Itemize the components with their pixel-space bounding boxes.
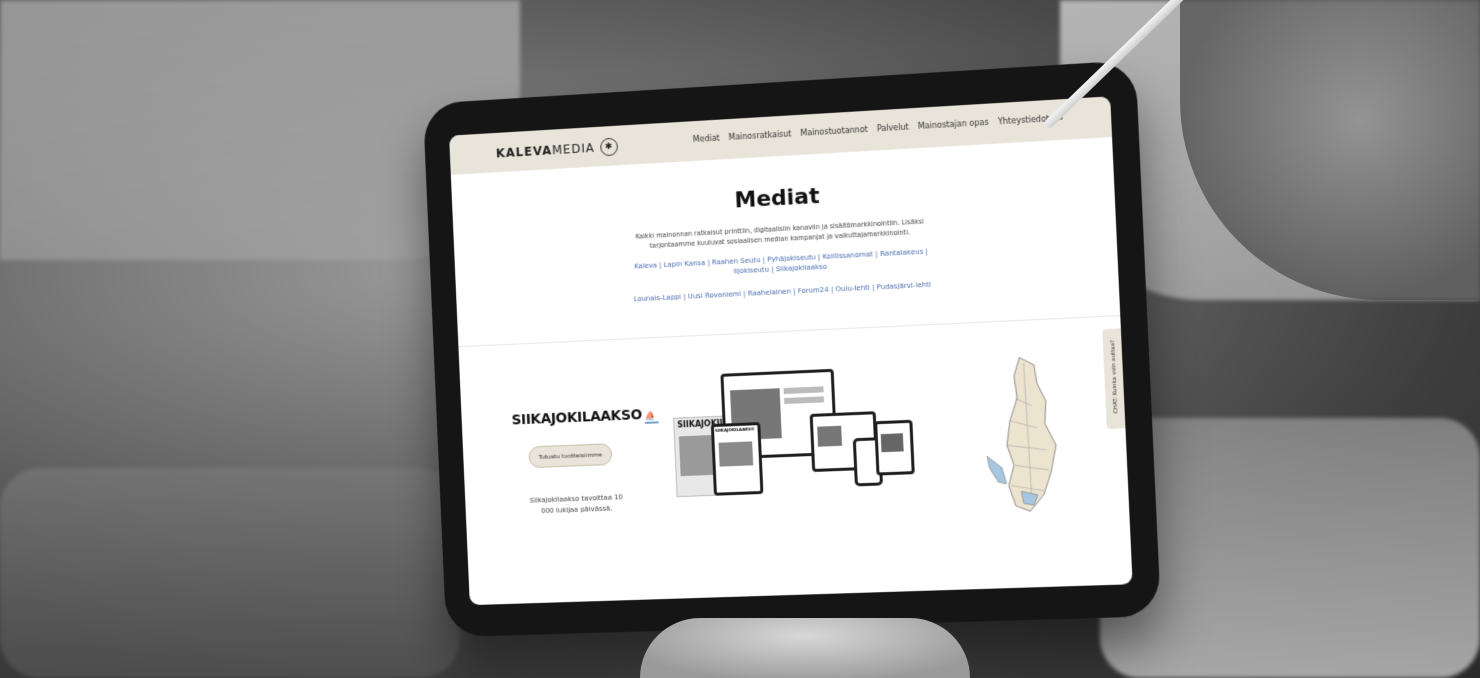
desktop-text-line	[784, 396, 824, 404]
explore-products-button[interactable]: Tutustu tuotteisiimme	[528, 443, 612, 468]
site-logo[interactable]: KALEVA MEDIA ✱	[496, 138, 619, 163]
brand-name: SIIKAJOKILAAKSO	[511, 407, 642, 428]
page-title: Mediat	[452, 168, 1115, 229]
nav-item-mainostuotannot[interactable]: Mainostuotannot	[800, 125, 868, 139]
nav-item-mainosratkaisut[interactable]: Mainosratkaisut	[728, 129, 791, 143]
boat-icon: ⛵	[645, 411, 659, 423]
small-tablet-mockup	[874, 420, 915, 476]
tablet-photo	[719, 441, 754, 466]
tablet-mockup: SIIKAJOKILAAKSO	[711, 422, 764, 496]
logo-bold-text: KALEVA	[496, 143, 553, 160]
chat-label: CHAT: Kuinka voin auttaa?	[1109, 328, 1120, 426]
device-mockups: SIIKAJOKILAA SIIKAJOKILAAKSO	[671, 365, 916, 515]
map-lake-west	[987, 455, 1007, 484]
chat-widget-tab[interactable]: CHAT: Kuinka voin auttaa?	[1102, 328, 1125, 429]
nav-item-palvelut[interactable]: Palvelut	[877, 122, 909, 134]
background-blur-bottom-left	[0, 468, 460, 678]
section-divider	[458, 315, 1120, 347]
nav-item-mediat[interactable]: Mediat	[693, 134, 720, 146]
hand-holding-tablet	[640, 618, 970, 678]
laptop-photo	[817, 426, 842, 447]
nav-item-yhteystiedot[interactable]: Yhteystiedot	[998, 114, 1050, 127]
distribution-map	[978, 351, 1071, 517]
reach-text: Siikajokilaakso tavoittaa 10 000 lukijaa…	[523, 492, 631, 518]
tablet-screen: KALEVA MEDIA ✱ Mediat Mainosratkaisut Ma…	[449, 96, 1133, 605]
logo-light-text: MEDIA	[552, 141, 595, 157]
main-nav: Mediat Mainosratkaisut Mainostuotannot P…	[693, 113, 1064, 145]
small-tablet-photo	[881, 433, 904, 452]
siikajokilaakso-logo: SIIKAJOKILAAKSO ⛵	[511, 406, 659, 429]
tablet-device: KALEVA MEDIA ✱ Mediat Mainosratkaisut Ma…	[423, 60, 1161, 637]
logo-emblem-icon: ✱	[600, 138, 618, 157]
media-links-row-1[interactable]: Kaleva | Lapin Kansa | Raahen Seutu | Py…	[619, 246, 944, 282]
tablet-masthead: SIIKAJOKILAAKSO	[714, 425, 758, 434]
media-links-row-2[interactable]: Lounais-Lappi | Uusi Rovaniemi | Raahela…	[621, 280, 945, 304]
desktop-text-line	[784, 386, 824, 394]
site-navbar: KALEVA MEDIA ✱ Mediat Mainosratkaisut Ma…	[449, 96, 1112, 175]
nav-item-mainostajan-opas[interactable]: Mainostajan opas	[918, 118, 989, 132]
intro-text: Kaikki mainonnan ratkaisut printtiin, di…	[618, 215, 943, 252]
